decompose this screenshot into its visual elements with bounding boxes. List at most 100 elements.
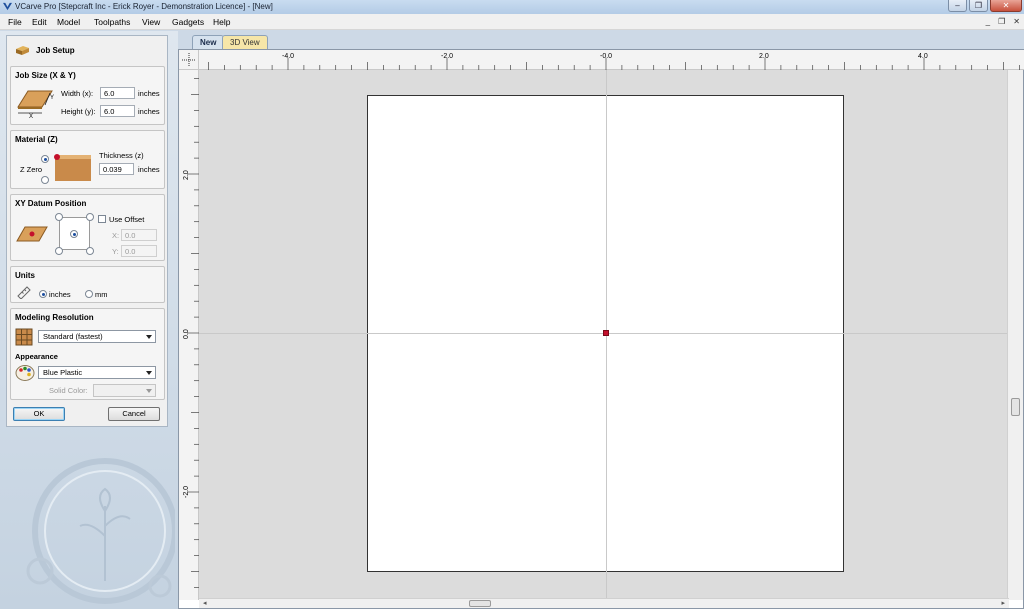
units-inches-label: inches [49,290,71,299]
menu-gadgets[interactable]: Gadgets [172,17,204,27]
job-size-diagram-icon [17,90,53,114]
use-offset-checkbox[interactable] [98,215,106,223]
ruler-label: 2.0 [183,170,190,180]
datum-top-left-radio[interactable] [55,213,63,221]
vertical-ruler: 2.0 0.0 -2.0 [179,70,199,600]
ruler-label: 0.0 [183,329,190,339]
offset-y-input[interactable]: 0.0 [121,245,157,257]
offset-x-input[interactable]: 0.0 [121,229,157,241]
mdi-minimize-button[interactable]: _ [986,17,990,26]
units-group: Units inches mm [10,266,165,303]
ok-button[interactable]: OK [13,407,65,421]
job-setup-title: Job Setup [36,45,75,55]
appearance-value: Blue Plastic [43,368,83,377]
job-size-group: Job Size (X & Y) X Y Width (x): 6.0 inch… [10,66,165,125]
horizontal-ruler-ticks: -4.0 -2.0 -0.0 2.0 4.0 [208,53,1020,70]
color-palette-icon [15,365,35,381]
height-label: Height (y): [61,107,96,116]
menu-model[interactable]: Model [57,17,80,27]
datum-bottom-left-radio[interactable] [55,247,63,255]
datum-title: XY Datum Position [15,199,87,208]
datum-center-radio[interactable] [70,230,78,238]
ruler-label: -2.0 [183,486,190,498]
tab-new[interactable]: New [192,35,225,49]
width-unit: inches [138,89,160,98]
origin-marker [603,330,609,336]
material-title: Material (Z) [15,135,58,144]
chevron-down-icon [146,389,152,393]
units-title: Units [15,271,35,280]
x-axis-label: X [29,114,34,120]
cancel-button[interactable]: Cancel [108,407,160,421]
tab-3d-view[interactable]: 3D View [222,35,268,49]
chevron-down-icon [146,335,152,339]
ruler-label: -4.0 [282,53,294,60]
units-mm-radio[interactable] [85,290,93,298]
thickness-label: Thickness (z) [99,151,144,160]
width-input[interactable]: 6.0 [100,87,135,99]
ruler-label: -0.0 [600,53,612,60]
appearance-select[interactable]: Blue Plastic [38,366,156,379]
thickness-input[interactable]: 0.039 [99,163,134,175]
title-bar: VCarve Pro [Stepcraft Inc - Erick Royer … [0,0,1024,14]
resolution-value: Standard (fastest) [43,332,103,341]
window-title: VCarve Pro [Stepcraft Inc - Erick Royer … [15,2,273,11]
ruler-label: 4.0 [918,53,928,60]
menu-edit[interactable]: Edit [32,17,47,27]
restore-button[interactable]: ❐ [969,0,988,12]
offset-y-label: Y: [112,247,119,256]
horizontal-ruler: -4.0 -2.0 -0.0 2.0 4.0 [199,50,1024,70]
menu-view[interactable]: View [142,17,160,27]
appearance-title: Appearance [15,352,58,361]
resolution-grid-icon [15,328,33,346]
thickness-unit: inches [138,165,160,174]
datum-bottom-right-radio[interactable] [86,247,94,255]
vertical-scrollbar[interactable] [1007,70,1023,600]
units-mm-label: mm [95,290,108,299]
menu-toolpaths[interactable]: Toolpaths [94,17,130,27]
resolution-group: Modeling Resolution Standard (fastest) A… [10,308,165,400]
scroll-left-icon[interactable]: ◂ [203,599,207,607]
z-zero-top-radio[interactable] [41,155,49,163]
job-size-title: Job Size (X & Y) [15,71,76,80]
datum-top-right-radio[interactable] [86,213,94,221]
material-block-icon [54,154,91,181]
scroll-right-icon[interactable]: ▸ [1001,599,1005,607]
width-label: Width (x): [61,89,94,98]
solid-color-select[interactable] [93,384,156,397]
mdi-restore-button[interactable]: ❐ [998,17,1005,26]
carved-relief-decoration [26,458,175,604]
ruler-corner[interactable] [179,50,199,70]
drawing-view: -4.0 -2.0 -0.0 2.0 4.0 2.0 0.0 -2.0 ◂ ▸ [178,49,1024,609]
close-button[interactable]: ✕ [990,0,1022,12]
minimize-button[interactable]: ‒ [948,0,967,12]
vcarve-logo-icon [3,2,12,11]
vertical-scroll-thumb[interactable] [1011,398,1020,416]
material-group: Material (Z) Z Zero Thickness (z) 0.039 … [10,130,165,189]
work-area[interactable] [199,70,1009,600]
solid-color-label: Solid Color: [49,386,88,395]
job-setup-icon [16,46,29,55]
z-zero-bottom-radio[interactable] [41,176,49,184]
job-setup-panel: Job Setup Job Size (X & Y) X Y Width (x)… [6,35,168,427]
crosshair-icon [182,53,196,67]
resolution-select[interactable]: Standard (fastest) [38,330,156,343]
datum-group: XY Datum Position Use Offset X: 0.0 Y: 0… [10,194,165,261]
menu-help[interactable]: Help [213,17,230,27]
ruler-label: -2.0 [441,53,453,60]
chevron-down-icon [146,371,152,375]
horizontal-scrollbar[interactable]: ◂ ▸ [199,598,1009,608]
height-unit: inches [138,107,160,116]
use-offset-label: Use Offset [109,215,145,224]
vertical-ruler-ticks: 2.0 0.0 -2.0 [183,78,199,588]
ruler-label: 2.0 [759,53,769,60]
menu-file[interactable]: File [8,17,22,27]
datum-plate-icon [16,226,48,242]
units-inches-radio[interactable] [39,290,47,298]
horizontal-scroll-thumb[interactable] [469,600,491,607]
resolution-title: Modeling Resolution [15,313,94,322]
z-zero-label: Z Zero [20,165,43,174]
menu-bar: File Edit Model Toolpaths View Gadgets H… [0,14,1024,30]
mdi-close-button[interactable]: ✕ [1013,17,1020,26]
height-input[interactable]: 6.0 [100,105,135,117]
